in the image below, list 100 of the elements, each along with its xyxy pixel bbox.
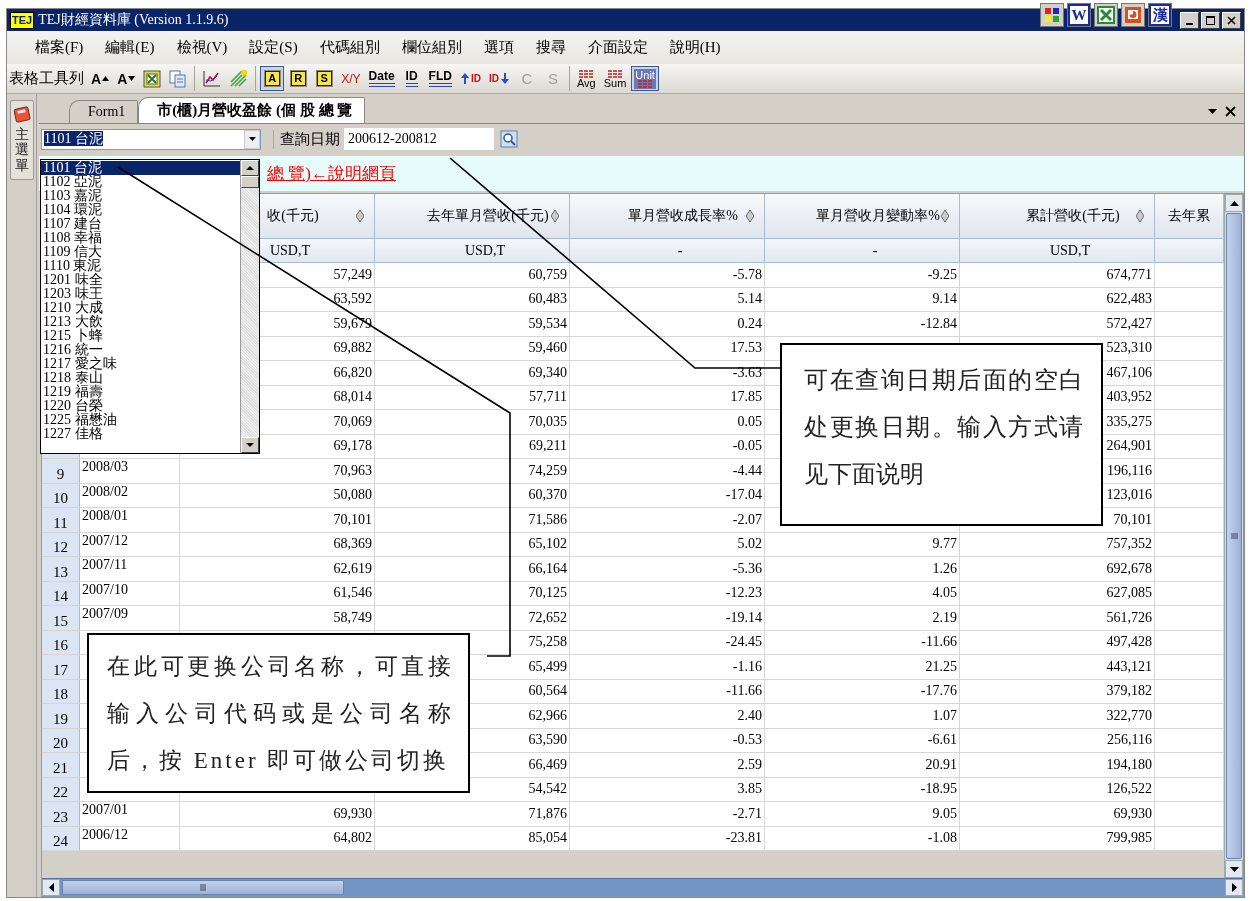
maximize-icon	[1206, 15, 1215, 25]
table-cell: -17.04	[570, 483, 765, 508]
arrow-down-icon[interactable]	[1229, 866, 1239, 872]
menu-item[interactable]: 欄位組別	[390, 35, 473, 60]
grid-lines-icon	[579, 69, 594, 78]
summary-button[interactable]: Avg	[573, 66, 599, 91]
menu-item[interactable]: 介面設定	[576, 35, 659, 60]
sort-icon[interactable]	[1136, 210, 1144, 222]
vertical-scrollbar[interactable]	[1224, 194, 1243, 878]
table-cell: 72,652	[375, 606, 570, 631]
table-cell: 322,770	[960, 704, 1155, 729]
row-number: 22	[42, 777, 80, 802]
company-option[interactable]: 1101 台泥	[41, 161, 240, 175]
document-tab[interactable]: 市(櫃)月營收盈餘 (個 股 總 覽	[138, 97, 366, 123]
sort-icon[interactable]	[941, 210, 949, 222]
table-cell: -2.07	[570, 508, 765, 533]
sort-icon[interactable]	[551, 210, 559, 222]
field-button[interactable]: FLD	[425, 66, 455, 91]
table-cell	[1155, 802, 1224, 827]
maximize-button[interactable]	[1201, 11, 1220, 29]
menu-item[interactable]: 編輯(E)	[94, 35, 166, 60]
table-cell: 4.05	[765, 581, 960, 606]
close-icon[interactable]	[1225, 106, 1236, 117]
table-cell: -9.25	[765, 263, 960, 288]
table-cell: 65,102	[375, 532, 570, 557]
column-header[interactable]: 單月營收月變動率%	[765, 194, 960, 239]
table-cell	[1155, 287, 1224, 312]
row-number: 19	[42, 704, 80, 729]
unit-cell: USD,T	[960, 239, 1155, 263]
table-cell: 68,369	[180, 532, 375, 557]
column-header[interactable]: 去年累	[1155, 194, 1224, 239]
scrollbar-thumb[interactable]	[241, 176, 259, 188]
menu-item[interactable]: 代碼組別	[308, 35, 391, 60]
table-cell: -0.05	[570, 434, 765, 459]
font-smaller-button[interactable]: A	[114, 66, 139, 91]
row-number: 18	[42, 679, 80, 704]
column-header[interactable]: 單月營收成長率%	[570, 194, 765, 239]
arrow-left-icon[interactable]	[48, 883, 54, 892]
arrow-up-icon[interactable]	[246, 166, 254, 170]
field-button[interactable]: Date	[365, 66, 398, 91]
menu-item[interactable]: 選項	[472, 35, 525, 60]
app-shortcut-button[interactable]	[1094, 3, 1118, 27]
menu-item[interactable]: 檔案(F)	[24, 35, 95, 60]
company-option[interactable]: 1102 亞泥	[41, 175, 240, 189]
format-button[interactable]: R	[286, 66, 311, 91]
dropdown-arrow-icon[interactable]	[1208, 109, 1217, 114]
menu-item[interactable]: 檢視(V)	[165, 35, 239, 60]
minimize-button[interactable]	[1180, 11, 1199, 29]
table-cell: 0.05	[570, 410, 765, 435]
table-cell	[1155, 532, 1224, 557]
close-icon	[1227, 15, 1236, 25]
table-cell: 256,116	[960, 728, 1155, 753]
table-cell: 2007/09	[80, 606, 180, 631]
horizontal-scrollbar[interactable]	[42, 878, 1243, 896]
table-cell: -18.95	[765, 777, 960, 802]
arrow-up-icon[interactable]	[1229, 200, 1239, 206]
menu-item[interactable]: 搜尋	[524, 35, 577, 60]
app-shortcut-button[interactable]: 漢	[1148, 3, 1172, 27]
table-cell	[1155, 704, 1224, 729]
table-cell: 572,427	[960, 312, 1155, 337]
table-cell: 9.14	[765, 287, 960, 312]
column-header[interactable]: 累計營收(千元)	[960, 194, 1155, 239]
app-shortcut-button[interactable]: W	[1067, 3, 1091, 27]
app-shortcut-button[interactable]	[1121, 3, 1145, 27]
move-down-button[interactable]: ID	[485, 66, 513, 91]
table-cell: 70,963	[180, 459, 375, 484]
document-tab[interactable]: Form1	[69, 100, 139, 123]
table-cell	[1155, 777, 1224, 802]
format-button[interactable]: S	[312, 66, 337, 91]
sort-icon[interactable]	[356, 210, 364, 222]
app-shortcut-button[interactable]	[1040, 3, 1064, 27]
summary-button[interactable]: Sum	[600, 66, 630, 91]
table-cell: -0.53	[570, 728, 765, 753]
help-link[interactable]: 總 覽)←說明網頁	[267, 162, 396, 185]
arrow-right-icon[interactable]	[1231, 883, 1237, 892]
table-cell	[1155, 557, 1224, 582]
menu-item[interactable]: 設定(S)	[238, 35, 309, 60]
move-up-button[interactable]: ID	[456, 66, 484, 91]
row-number: 14	[42, 581, 80, 606]
grid-lines-icon	[608, 69, 622, 78]
list-scrollbar[interactable]	[240, 160, 259, 453]
swap-axes-button[interactable]: X/Y	[338, 66, 364, 91]
table-cell: 85,054	[375, 826, 570, 851]
table-cell: 5.02	[570, 532, 765, 557]
table-cell: 69,340	[375, 361, 570, 386]
close-button[interactable]	[1222, 11, 1241, 29]
table-cell	[1155, 728, 1224, 753]
arrow-up-icon	[459, 72, 470, 85]
menu-item[interactable]: 說明(H)	[658, 35, 732, 60]
table-cell: -11.66	[765, 630, 960, 655]
arrow-down-icon[interactable]	[246, 443, 254, 447]
search-button[interactable]	[500, 130, 518, 148]
dropdown-button[interactable]	[244, 129, 260, 149]
font-larger-button[interactable]: A	[88, 66, 113, 91]
format-button[interactable]: A	[260, 66, 285, 91]
field-button[interactable]: ID	[399, 66, 424, 91]
company-combobox[interactable]: 1101 台泥	[41, 128, 261, 150]
sort-icon[interactable]	[746, 210, 754, 222]
summary-button[interactable]: Unit	[631, 66, 659, 91]
date-field[interactable]: 200612-200812	[344, 128, 494, 150]
